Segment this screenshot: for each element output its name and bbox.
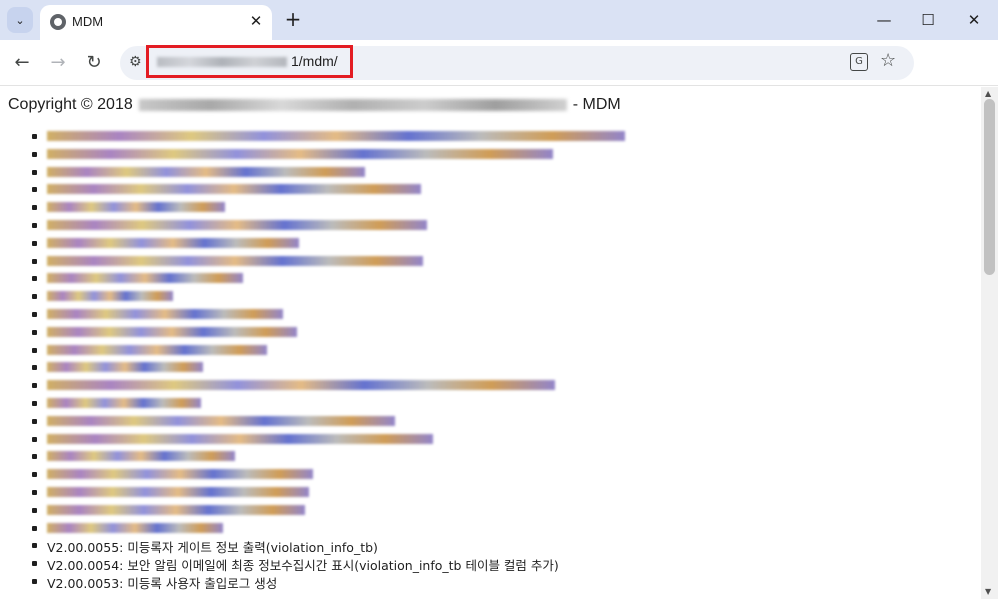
globe-icon xyxy=(50,14,66,30)
version-text-redacted xyxy=(47,433,433,444)
forward-button[interactable]: → xyxy=(45,50,71,76)
url-text: 1/mdm/ xyxy=(291,53,338,69)
page-scrollbar[interactable]: ▲ ▼ xyxy=(981,87,998,599)
scroll-down-icon[interactable]: ▼ xyxy=(985,587,991,596)
version-text-redacted xyxy=(47,326,297,337)
copyright-line: Copyright © 2018 - MDM xyxy=(8,96,621,114)
version-text-redacted xyxy=(47,202,225,213)
version-text-redacted xyxy=(47,380,555,391)
version-text-redacted xyxy=(47,522,223,533)
version-text-redacted xyxy=(47,148,553,159)
version-text-redacted xyxy=(47,344,267,355)
site-info-icon[interactable]: ⚙ xyxy=(129,54,142,70)
scroll-thumb[interactable] xyxy=(984,99,995,275)
back-button[interactable]: ← xyxy=(9,50,35,76)
version-text: V2.00.0053: 미등록 사용자 출입로그 생성 xyxy=(47,575,278,591)
copyright-prefix: Copyright © 2018 xyxy=(8,96,133,113)
translate-icon[interactable]: G xyxy=(850,53,868,71)
tab-strip: ⌄ MDM ✕ + — ☐ ✕ xyxy=(0,0,998,40)
address-bar[interactable]: ⚙ 1/mdm/ G ☆ xyxy=(120,45,914,80)
url-redacted xyxy=(157,57,287,67)
new-tab-button[interactable]: + xyxy=(282,9,304,31)
window-close-button[interactable]: ✕ xyxy=(959,6,989,34)
copyright-redacted xyxy=(138,98,567,111)
version-text-redacted xyxy=(47,362,203,373)
browser-toolbar: ← → ↻ ⚙ 1/mdm/ G ☆ xyxy=(0,40,998,86)
version-text-redacted xyxy=(47,469,313,480)
scroll-up-icon[interactable]: ▲ xyxy=(985,89,991,98)
version-text-redacted xyxy=(47,504,305,515)
version-text-redacted xyxy=(47,237,299,248)
version-text-redacted xyxy=(47,184,421,195)
version-text-redacted xyxy=(47,273,243,284)
version-text-redacted xyxy=(47,308,283,319)
bookmark-star-icon[interactable]: ☆ xyxy=(880,50,896,71)
version-text-redacted xyxy=(47,397,201,408)
version-text-redacted xyxy=(47,451,235,462)
page-content: Copyright © 2018 - MDM V2.00.0055: 미등록자 게… xyxy=(0,87,981,599)
version-text-redacted xyxy=(47,166,365,177)
version-text: V2.00.0055: 미등록자 게이트 정보 출력(violation_inf… xyxy=(47,540,378,556)
tab-mdm[interactable]: MDM ✕ xyxy=(40,5,272,40)
url-highlight-box: 1/mdm/ xyxy=(146,45,353,78)
tab-title: MDM xyxy=(72,14,104,29)
version-text-redacted xyxy=(47,291,173,302)
minimize-button[interactable]: — xyxy=(869,6,899,34)
tab-close-icon[interactable]: ✕ xyxy=(246,11,266,31)
tab-search-icon[interactable]: ⌄ xyxy=(7,7,33,33)
maximize-button[interactable]: ☐ xyxy=(913,6,943,34)
version-text-redacted xyxy=(47,415,395,426)
version-text-redacted xyxy=(47,219,427,230)
copyright-suffix: - MDM xyxy=(572,96,621,113)
version-text: V2.00.0054: 보안 알림 이메일에 최종 정보수집시간 표시(viol… xyxy=(47,558,559,574)
version-text-redacted xyxy=(47,486,309,497)
reload-button[interactable]: ↻ xyxy=(81,50,107,76)
version-text-redacted xyxy=(47,131,625,141)
version-text-redacted xyxy=(47,255,423,266)
